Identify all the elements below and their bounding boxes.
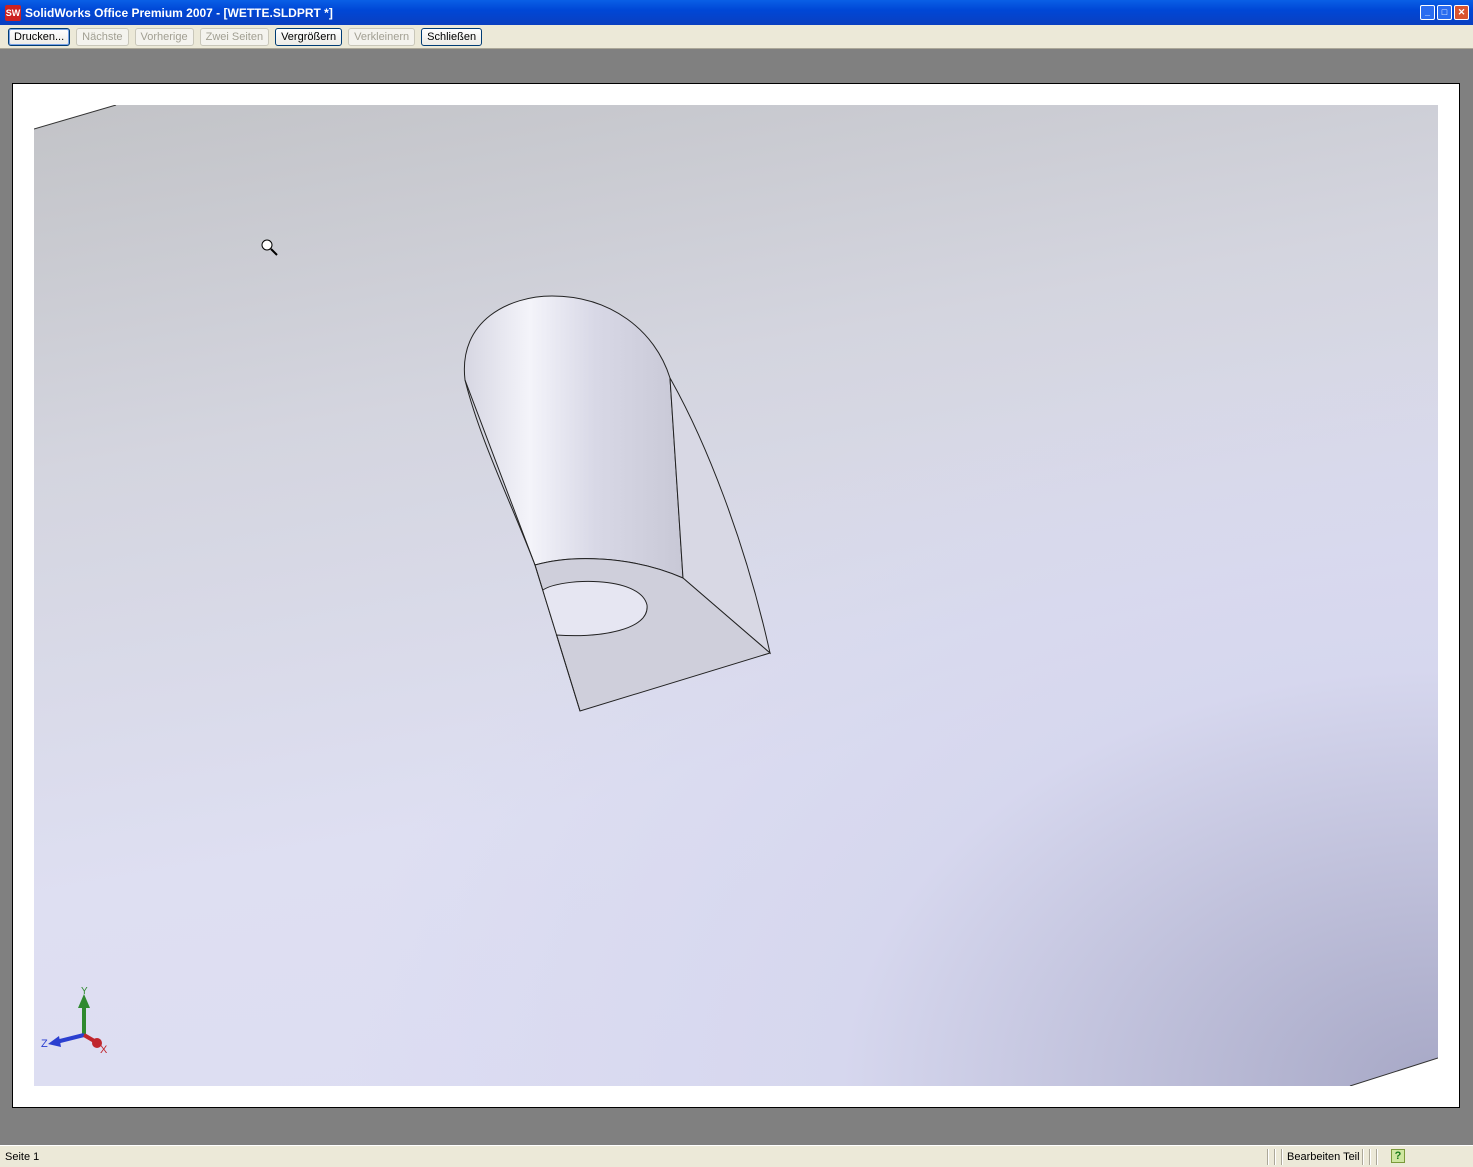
mode-indicator: Bearbeiten Teil bbox=[1287, 1150, 1360, 1163]
two-pages-button[interactable]: Zwei Seiten bbox=[199, 27, 270, 46]
minimize-button[interactable]: _ bbox=[1420, 5, 1435, 20]
solidworks-logo-icon: SW bbox=[5, 4, 21, 21]
status-bar: Seite 1 Bearbeiten Teil ? bbox=[0, 1145, 1473, 1167]
next-page-button[interactable]: Nächste bbox=[76, 27, 129, 46]
magnifier-cursor-icon bbox=[261, 239, 278, 256]
maximize-button[interactable]: □ bbox=[1437, 5, 1452, 20]
z-axis-label: Z bbox=[41, 1038, 48, 1050]
part-model: Y Z X bbox=[34, 105, 1438, 1086]
model-view: Y Z X bbox=[34, 105, 1438, 1086]
window-title: SolidWorks Office Premium 2007 - [WETTE.… bbox=[25, 5, 333, 20]
preview-page[interactable]: Y Z X bbox=[12, 83, 1460, 1108]
help-icon[interactable]: ? bbox=[1391, 1149, 1405, 1163]
print-preview-toolbar: Drucken... Nächste Vorherige Zwei Seiten… bbox=[0, 25, 1473, 49]
y-axis-label: Y bbox=[81, 986, 88, 997]
page-indicator: Seite 1 bbox=[5, 1150, 40, 1163]
close-preview-button[interactable]: Schließen bbox=[421, 27, 483, 46]
zoom-out-button[interactable]: Verkleinern bbox=[348, 27, 416, 46]
previous-page-button[interactable]: Vorherige bbox=[134, 27, 194, 46]
zoom-in-button[interactable]: Vergrößern bbox=[275, 27, 343, 46]
axis-triad-icon: Y Z X bbox=[41, 986, 108, 1056]
print-button[interactable]: Drucken... bbox=[8, 27, 71, 46]
x-axis-label: X bbox=[100, 1044, 108, 1056]
close-window-button[interactable]: ✕ bbox=[1454, 5, 1469, 20]
title-bar: SW SolidWorks Office Premium 2007 - [WET… bbox=[0, 0, 1473, 25]
